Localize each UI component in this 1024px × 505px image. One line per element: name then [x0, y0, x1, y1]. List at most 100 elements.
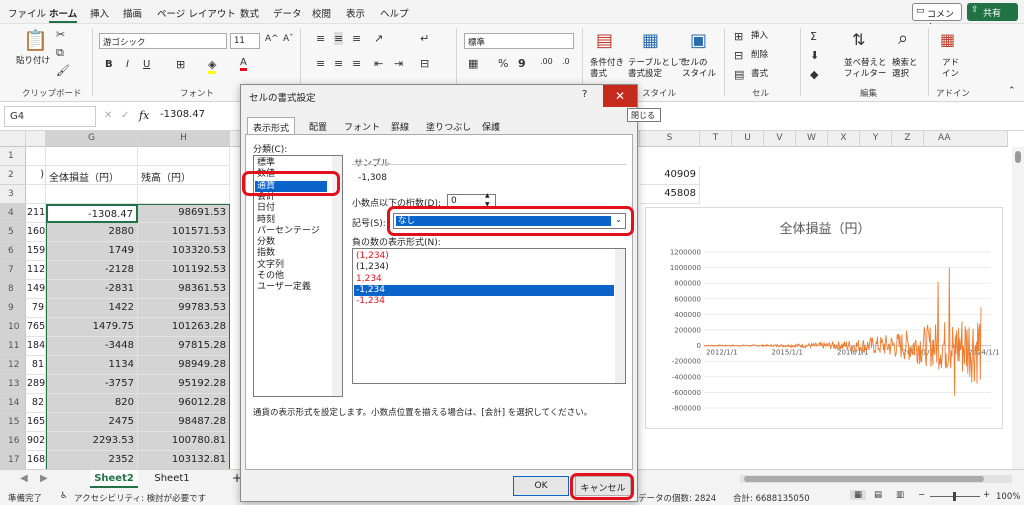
menu-file[interactable]: ファイル: [8, 6, 46, 20]
negative-format-item[interactable]: -1,234: [354, 284, 614, 296]
name-box[interactable]: G4: [4, 106, 96, 127]
menu-data[interactable]: データ: [273, 6, 302, 20]
cell-h[interactable]: 97815.28: [138, 337, 230, 356]
font-color-icon[interactable]: A: [240, 57, 247, 71]
normal-view-icon[interactable]: ▦: [850, 490, 867, 500]
align-right-icon[interactable]: ≡: [352, 57, 361, 70]
cell-f[interactable]: 112: [26, 261, 46, 280]
cell-f[interactable]: [26, 147, 46, 166]
menu-draw[interactable]: 描画: [123, 6, 142, 20]
row-header[interactable]: 9: [0, 299, 26, 318]
cell-f[interactable]: 211: [26, 204, 46, 223]
column-header-u[interactable]: U: [732, 131, 764, 147]
cell-f[interactable]: ): [26, 166, 46, 185]
category-item[interactable]: 日付: [257, 203, 275, 214]
help-button[interactable]: ?: [582, 89, 587, 100]
column-header-v[interactable]: V: [764, 131, 796, 147]
chart[interactable]: 全体損益（円） 1200000 1000000 800000 600000 400000…: [645, 207, 1003, 429]
formula-input[interactable]: -1308.47: [160, 109, 205, 120]
table-format-icon[interactable]: ▦: [642, 30, 659, 51]
cell-g[interactable]: [46, 147, 138, 166]
align-top-icon[interactable]: ≡: [316, 32, 325, 45]
align-center-icon[interactable]: ≡: [334, 57, 343, 70]
cell-g[interactable]: 2293.53: [46, 432, 138, 451]
comma-icon[interactable]: 9: [518, 57, 526, 70]
cell-g[interactable]: 1422: [46, 299, 138, 318]
cell-g[interactable]: 1749: [46, 242, 138, 261]
menu-help[interactable]: ヘルプ: [380, 6, 409, 20]
comment-button[interactable]: ▭ コメント: [912, 3, 962, 33]
fill-color-icon[interactable]: ◈: [208, 58, 217, 74]
cell-f[interactable]: 165: [26, 413, 46, 432]
indent-increase-icon[interactable]: ⇥: [394, 57, 403, 70]
row-header[interactable]: 11: [0, 337, 26, 356]
category-item[interactable]: 文字列: [257, 260, 284, 271]
delete-cells-button[interactable]: 削除: [751, 50, 768, 61]
menu-insert[interactable]: 挿入: [90, 6, 109, 20]
underline-icon[interactable]: U: [143, 59, 150, 70]
clear-icon[interactable]: ◆: [810, 68, 818, 81]
row-header[interactable]: 14: [0, 394, 26, 413]
zoom-slider-thumb[interactable]: [953, 492, 956, 501]
cut-icon[interactable]: ✂: [56, 28, 65, 41]
cell-g[interactable]: -3757: [46, 375, 138, 394]
negative-format-item[interactable]: (1,234): [356, 251, 389, 262]
cell-g[interactable]: 2475: [46, 413, 138, 432]
cell-f[interactable]: 159: [26, 242, 46, 261]
cell-h[interactable]: [138, 185, 230, 204]
cell-g[interactable]: [46, 185, 138, 204]
category-item[interactable]: パーセンテージ: [257, 226, 320, 237]
zoom-in-icon[interactable]: +: [983, 490, 990, 500]
scrollbar-thumb[interactable]: [1015, 151, 1021, 163]
cell-g[interactable]: 820: [46, 394, 138, 413]
increase-decimal-icon[interactable]: .00: [540, 57, 553, 66]
column-header-s[interactable]: S: [640, 131, 700, 147]
negative-format-item[interactable]: 1,234: [356, 274, 382, 285]
font-name-combo[interactable]: 游ゴシック: [99, 33, 227, 49]
cell-style-button[interactable]: セルの スタイル: [682, 58, 716, 80]
cell-f[interactable]: 184: [26, 337, 46, 356]
category-item[interactable]: 指数: [257, 248, 275, 259]
cell-h[interactable]: 101571.53: [138, 223, 230, 242]
row-header[interactable]: 5: [0, 223, 26, 242]
cell-h[interactable]: 残高（円）: [138, 166, 230, 185]
sort-filter-icon[interactable]: ⇅: [852, 30, 865, 49]
sheet-tab-sheet2[interactable]: Sheet2: [90, 470, 138, 488]
menu-review[interactable]: 校閲: [312, 6, 331, 20]
tab-protection[interactable]: 保護: [477, 117, 505, 134]
number-format-combo[interactable]: 標準: [464, 33, 574, 49]
decrease-decimal-icon[interactable]: .0: [562, 57, 570, 66]
align-middle-icon[interactable]: ≡: [334, 32, 344, 45]
column-header-y[interactable]: Y: [860, 131, 892, 147]
tab-fill[interactable]: 塗りつぶし: [421, 117, 476, 134]
cell-h[interactable]: 98487.28: [138, 413, 230, 432]
tab-border[interactable]: 罫線: [386, 117, 414, 134]
indent-decrease-icon[interactable]: ⇤: [374, 57, 383, 70]
confirm-entry-icon[interactable]: ✓: [121, 110, 129, 121]
table-format-button[interactable]: テーブルとして 書式設定: [628, 58, 687, 80]
active-cell-g4[interactable]: -1308.47: [46, 204, 138, 223]
cell-h[interactable]: 99783.53: [138, 299, 230, 318]
row-header[interactable]: 2: [0, 166, 26, 185]
grow-font-icon[interactable]: A^: [265, 34, 279, 44]
insert-cells-button[interactable]: 挿入: [751, 31, 768, 42]
row-header[interactable]: 17: [0, 451, 26, 469]
paste-button[interactable]: 貼り付け: [16, 56, 50, 67]
fx-icon[interactable]: fx: [139, 109, 149, 122]
cell-f[interactable]: 168: [26, 451, 46, 469]
row-header[interactable]: 10: [0, 318, 26, 337]
ok-button[interactable]: OK: [513, 476, 569, 496]
negative-format-item[interactable]: (1,234): [356, 262, 389, 273]
row-header[interactable]: 13: [0, 375, 26, 394]
column-header-g[interactable]: G: [46, 131, 138, 147]
cell-s[interactable]: 40909: [640, 166, 700, 185]
share-button[interactable]: ⇪ 共有: [967, 3, 1018, 21]
cell-style-icon[interactable]: ▣: [690, 30, 707, 51]
autosum-icon[interactable]: Σ: [810, 30, 817, 43]
cell-h[interactable]: [138, 147, 230, 166]
tab-alignment[interactable]: 配置: [304, 117, 332, 134]
horizontal-scrollbar[interactable]: [740, 475, 1012, 483]
cell-h[interactable]: 101192.53: [138, 261, 230, 280]
font-size-combo[interactable]: 11: [230, 33, 260, 49]
cell-h[interactable]: 95192.28: [138, 375, 230, 394]
